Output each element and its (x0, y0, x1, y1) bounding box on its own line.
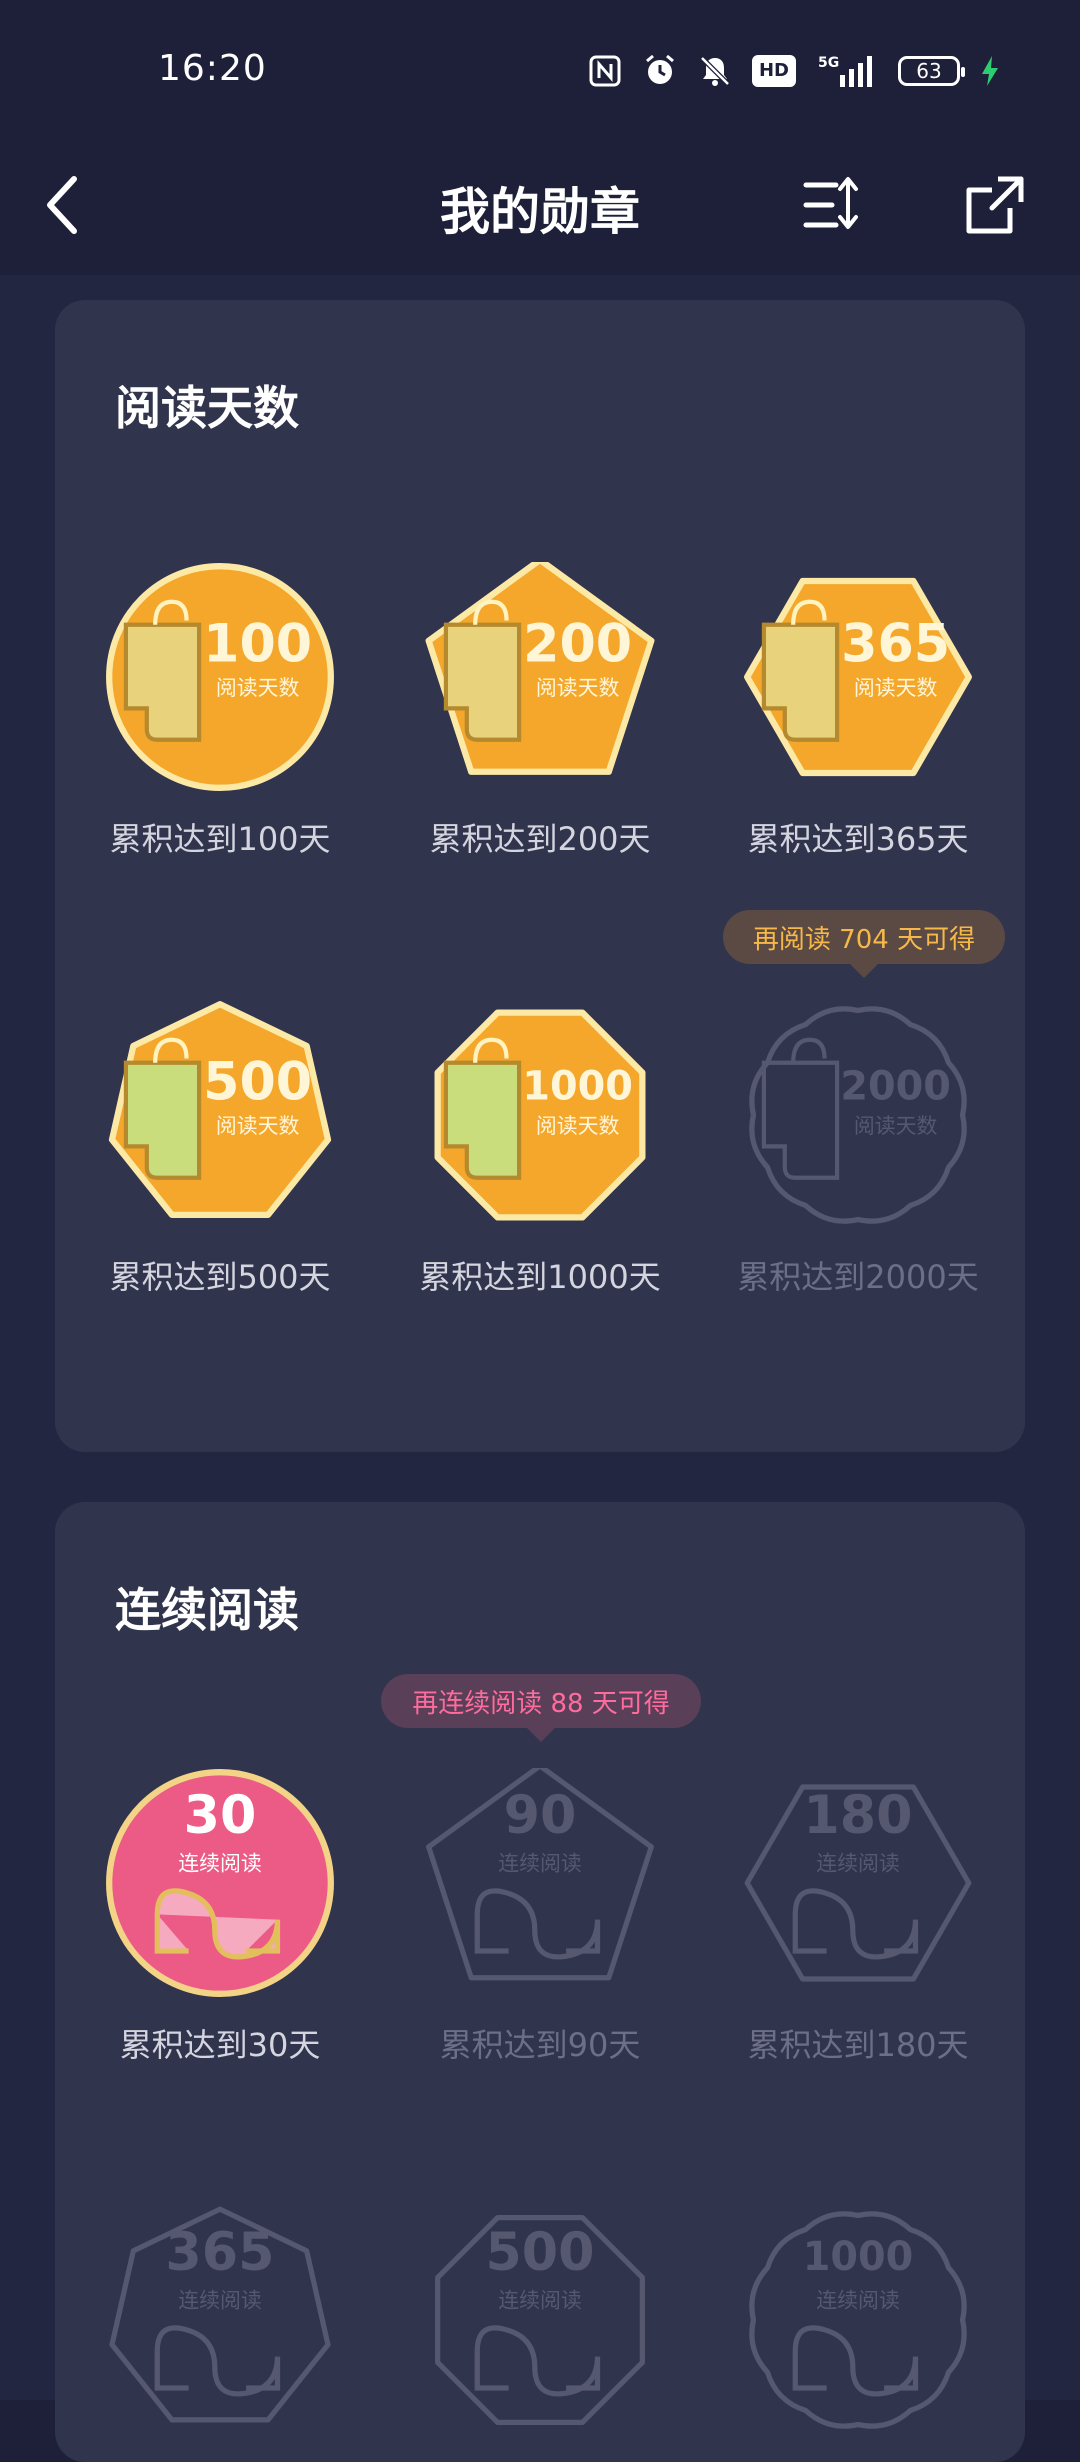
medal-item[interactable]: 365 阅读天数累积达到365天 (708, 562, 1008, 860)
medal-icon: 1000 连续阅读 (749, 2211, 967, 2429)
medal-caption: 累积达到30天 (119, 2026, 321, 2064)
medal-icon: 180 连续阅读 (744, 1784, 972, 1982)
medal-item[interactable]: 100 阅读天数累积达到100天 (70, 562, 370, 860)
progress-tooltip: 再连续阅读 88 天可得 (381, 1674, 701, 1742)
alarm-icon (642, 53, 678, 89)
status-icons: HD 5G 63 (588, 50, 1000, 92)
medal-caption: 累积达到365天 (747, 820, 969, 858)
medal-number: 90 (504, 1785, 577, 1846)
medal-caption: 累积达到100天 (109, 820, 331, 858)
book-emblem-icon (474, 2325, 601, 2397)
medal-item[interactable]: 500 阅读天数累积达到500天 (70, 1000, 370, 1298)
medal-subtitle: 连续阅读 (498, 1851, 582, 1875)
medal-icon: 100阅读天数 (106, 563, 334, 791)
medal-icon: 500阅读天数 (108, 1001, 332, 1218)
medal-item[interactable]: 200 阅读天数累积达到200天 (390, 562, 690, 860)
charging-icon (980, 54, 1000, 88)
sort-icon (803, 177, 858, 229)
medal-item[interactable]: 90 连续阅读累积达到90天 (390, 1768, 690, 2066)
section-title: 连续阅读 (115, 1583, 299, 1637)
medal-item[interactable]: 2000 阅读天数累积达到2000天 (708, 1000, 1008, 1298)
medal-number: 1000 (803, 2234, 914, 2280)
medal-subtitle: 阅读天数 (854, 676, 938, 700)
medal-subtitle: 阅读天数 (536, 676, 620, 700)
medal-icon: 500 连续阅读 (435, 2215, 645, 2425)
medal-number: 1000 (522, 1063, 633, 1109)
book-emblem-icon (792, 1888, 919, 1960)
medal-item[interactable]: 1000 阅读天数累积达到1000天 (390, 1000, 690, 1298)
medal-subtitle: 连续阅读 (816, 1851, 900, 1875)
medal-item[interactable]: 30 连续阅读累积达到30天 (70, 1768, 370, 2066)
medal-item[interactable]: 365 连续阅读 (70, 2205, 370, 2435)
section-title: 阅读天数 (115, 381, 299, 435)
medal-number: 100 (203, 613, 312, 674)
medal-icon: 200阅读天数 (425, 562, 655, 775)
medal-caption: 累积达到1000天 (419, 1258, 661, 1296)
medal-number: 2000 (840, 1063, 951, 1109)
medal-icon: 2000 阅读天数 (749, 1006, 967, 1224)
medal-subtitle: 连续阅读 (498, 2288, 582, 2312)
medal-subtitle: 阅读天数 (216, 676, 300, 700)
medal-subtitle: 连续阅读 (178, 2288, 262, 2312)
page-title: 我的勋章 (440, 182, 640, 241)
medal-caption: 累积达到90天 (439, 2026, 641, 2064)
medal-number: 30 (184, 1785, 257, 1846)
medal-caption: 累积达到500天 (109, 1258, 331, 1296)
battery-icon: 63 (898, 56, 965, 86)
medal-item[interactable]: 500 连续阅读 (390, 2205, 690, 2435)
nfc-icon (588, 54, 622, 88)
share-icon (966, 176, 1024, 234)
medal-caption: 累积达到2000天 (737, 1258, 979, 1296)
medal-subtitle: 阅读天数 (536, 1114, 620, 1138)
app-bar: 我的勋章 (0, 140, 1080, 275)
book-emblem-icon (474, 1888, 601, 1960)
medal-number: 365 (841, 613, 950, 674)
status-bar: 16:20 HD 5G 63 (0, 0, 1080, 140)
medal-item[interactable]: 1000 连续阅读 (708, 2205, 1008, 2435)
book-emblem-icon (792, 2325, 919, 2397)
svg-text:5G: 5G (818, 55, 839, 71)
medal-icon: 365阅读天数 (744, 577, 972, 777)
medal-number: 500 (485, 2222, 594, 2283)
medal-subtitle: 连续阅读 (816, 2288, 900, 2312)
medal-caption: 累积达到200天 (429, 820, 651, 858)
5g-signal-icon: 5G (816, 53, 878, 89)
medal-subtitle: 连续阅读 (178, 1851, 262, 1875)
hd-voice-icon: HD (751, 55, 796, 87)
medal-icon: 1000 阅读天数 (434, 1009, 646, 1221)
sort-button[interactable] (800, 160, 870, 250)
medal-number: 500 (203, 1051, 312, 1112)
medal-number: 200 (523, 613, 632, 674)
medal-number: 180 (803, 1785, 912, 1846)
book-emblem-icon (154, 2325, 281, 2397)
medal-icon: 365 连续阅读 (109, 2206, 331, 2423)
progress-tooltip: 再阅读 704 天可得 (723, 910, 1005, 978)
medal-item[interactable]: 180 连续阅读累积达到180天 (708, 1768, 1008, 2066)
status-time: 16:20 (158, 48, 267, 89)
book-emblem-icon (761, 1037, 840, 1180)
medal-subtitle: 阅读天数 (854, 1114, 938, 1138)
medal-icon: 90 连续阅读 (426, 1768, 654, 1981)
medal-caption: 累积达到180天 (747, 2026, 969, 2064)
medal-number: 365 (165, 2222, 274, 2283)
medal-subtitle: 阅读天数 (216, 1114, 300, 1138)
medal-icon: 30 连续阅读 (106, 1769, 334, 1997)
mute-icon (698, 54, 732, 88)
share-button[interactable] (964, 160, 1034, 250)
